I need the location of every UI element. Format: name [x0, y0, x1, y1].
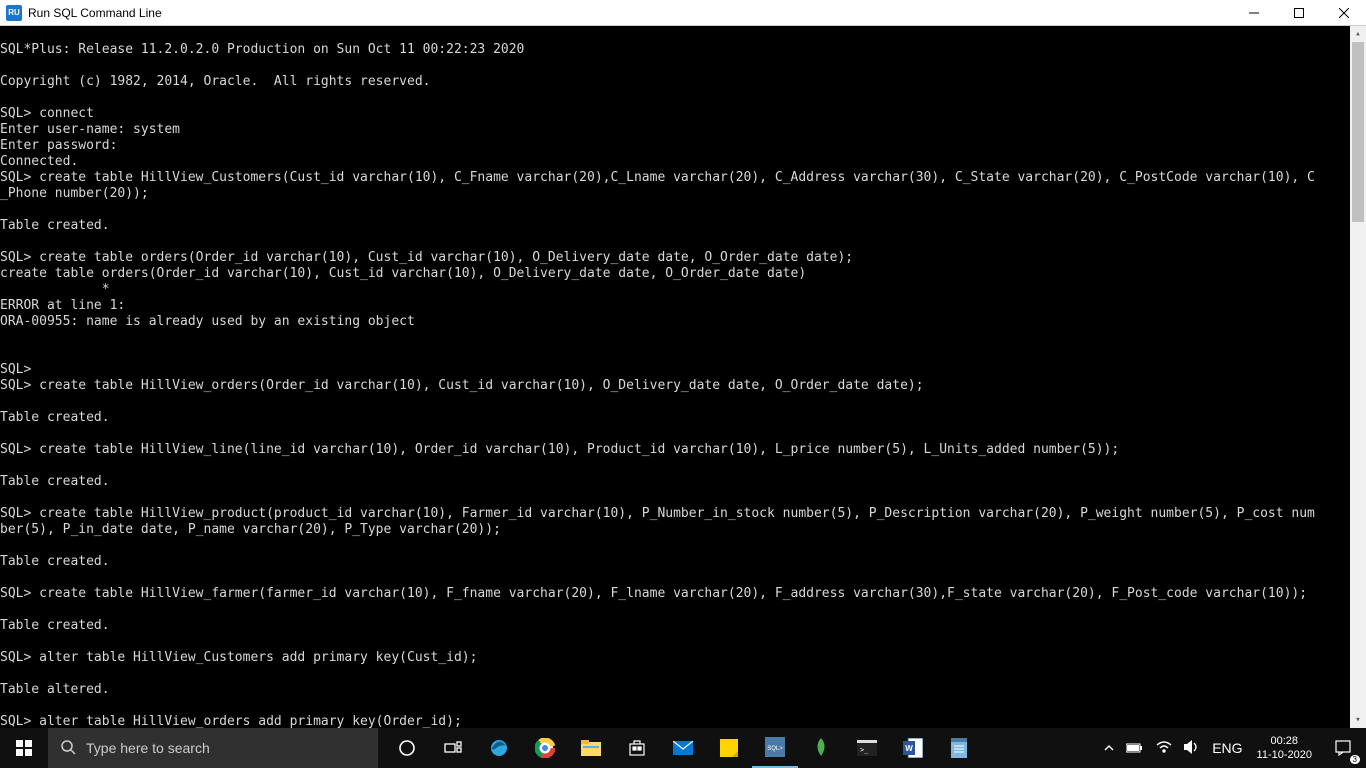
maximize-button[interactable] [1276, 0, 1321, 26]
cmd-icon[interactable]: >_ [844, 728, 890, 768]
sql-icon[interactable]: SQL> [752, 728, 798, 768]
chrome-icon[interactable] [522, 728, 568, 768]
clock-time: 00:28 [1257, 734, 1312, 748]
edge-icon[interactable] [476, 728, 522, 768]
search-icon [60, 739, 76, 758]
app-icon: RU [6, 5, 22, 21]
terminal-output[interactable]: SQL*Plus: Release 11.2.0.2.0 Production … [0, 26, 1366, 728]
minimize-button[interactable] [1231, 0, 1276, 26]
vertical-scrollbar[interactable]: ▴ ▾ [1350, 26, 1366, 728]
svg-text:SQL>: SQL> [767, 746, 783, 752]
word-icon[interactable]: W [890, 728, 936, 768]
clock[interactable]: 00:28 11-10-2020 [1249, 734, 1320, 762]
search-input[interactable]: Type here to search [48, 728, 378, 768]
task-view-icon[interactable] [430, 728, 476, 768]
store-icon[interactable] [614, 728, 660, 768]
mail-icon[interactable] [660, 728, 706, 768]
taskbar: Type here to search SQL> >_ W ENG 00:28 [0, 728, 1366, 768]
notification-badge: 3 [1350, 755, 1360, 764]
window-titlebar: RU Run SQL Command Line [0, 0, 1366, 26]
svg-text:W: W [905, 744, 913, 753]
clock-date: 11-10-2020 [1257, 748, 1312, 762]
close-button[interactable] [1321, 0, 1366, 26]
cortana-icon[interactable] [384, 728, 430, 768]
scrollbar-thumb[interactable] [1352, 42, 1364, 222]
svg-text:>_: >_ [860, 746, 869, 754]
sticky-notes-icon[interactable] [706, 728, 752, 768]
volume-icon[interactable] [1178, 740, 1206, 757]
search-placeholder: Type here to search [86, 740, 210, 756]
language-indicator[interactable]: ENG [1206, 740, 1248, 756]
notepad-icon[interactable] [936, 728, 982, 768]
scroll-up-arrow-icon[interactable]: ▴ [1350, 26, 1366, 42]
mongodb-icon[interactable] [798, 728, 844, 768]
show-hidden-icon[interactable] [1098, 740, 1120, 756]
battery-icon[interactable] [1120, 740, 1150, 756]
scrollbar-track[interactable] [1350, 42, 1366, 712]
system-tray: ENG 00:28 11-10-2020 3 [1098, 728, 1366, 768]
file-explorer-icon[interactable] [568, 728, 614, 768]
wifi-icon[interactable] [1150, 740, 1178, 756]
start-button[interactable] [0, 728, 48, 768]
notifications-button[interactable]: 3 [1320, 728, 1366, 768]
scroll-down-arrow-icon[interactable]: ▾ [1350, 712, 1366, 728]
task-icons: SQL> >_ W [384, 728, 982, 768]
window-title: Run SQL Command Line [28, 6, 162, 20]
